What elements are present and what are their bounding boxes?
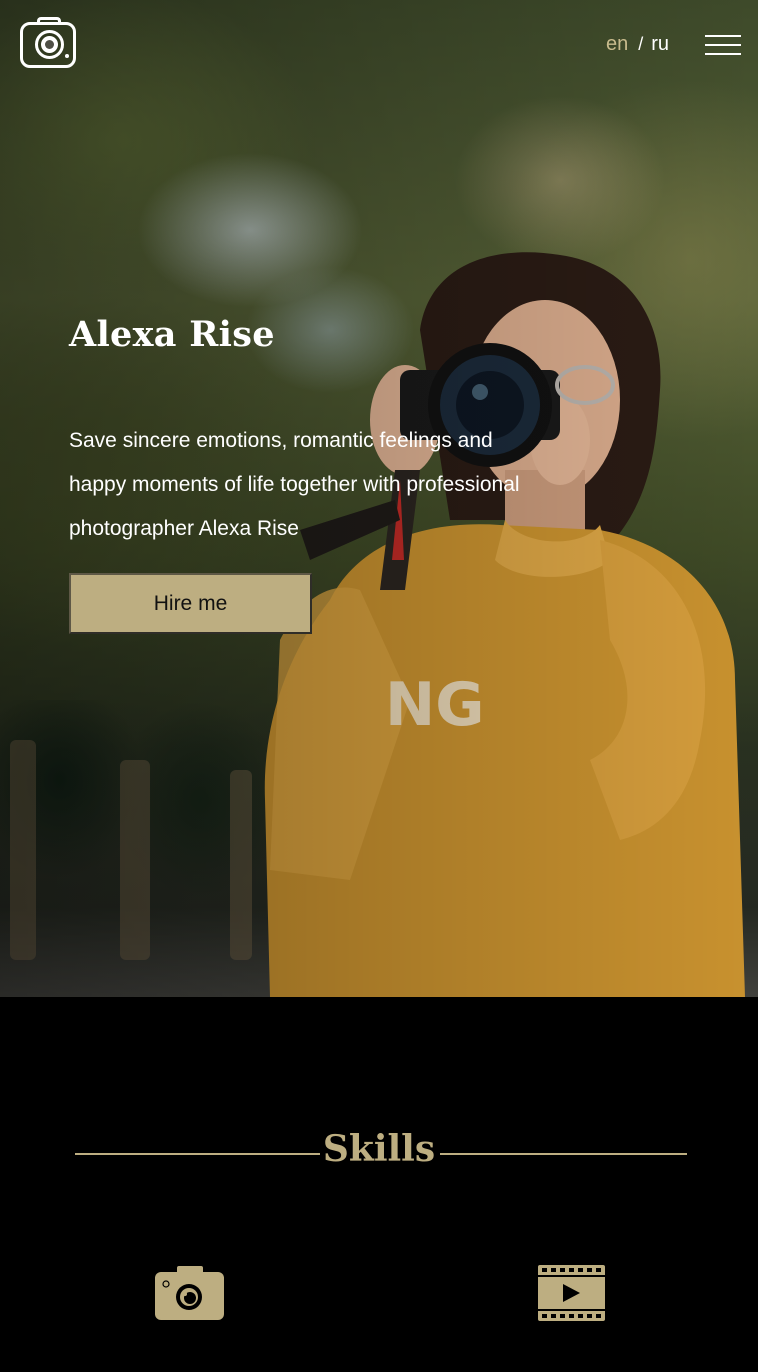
lang-ru-link[interactable]: ru (651, 33, 669, 55)
camera-icon (155, 1266, 224, 1320)
language-switcher: en / ru (606, 33, 669, 56)
hero-title: Alexa Rise (69, 314, 275, 355)
hire-me-button[interactable]: Hire me (69, 573, 312, 634)
hero-description: Save sincere emotions, romantic feelings… (69, 419, 609, 551)
lang-separator: / (638, 34, 644, 54)
hero-description-line: happy moments of life together with prof… (69, 473, 520, 496)
hamburger-menu-icon[interactable] (705, 35, 741, 57)
video-film-icon (538, 1265, 605, 1321)
skills-title: Skills (322, 1128, 436, 1170)
hero-description-line: Save sincere emotions, romantic feelings… (69, 429, 493, 452)
lang-en-link[interactable]: en (606, 33, 628, 55)
camera-icon[interactable] (20, 17, 76, 68)
skills-divider-right (440, 1153, 687, 1155)
hero-description-line: photographer Alexa Rise (69, 517, 299, 540)
